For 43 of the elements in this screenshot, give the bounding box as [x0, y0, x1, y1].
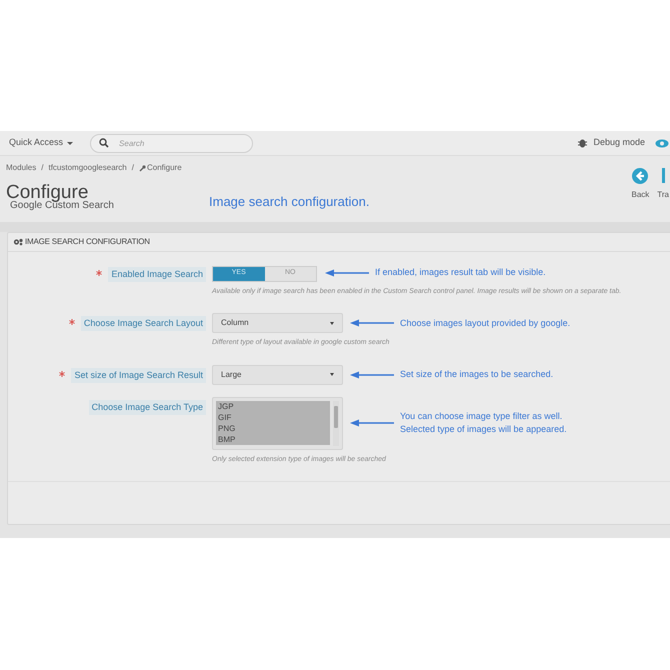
arrow-icon: [325, 268, 369, 277]
dropdown[interactable]: Large: [212, 364, 343, 385]
field-label: Set size of Image Search Result: [71, 368, 206, 383]
breadcrumb-link[interactable]: Configure: [146, 162, 182, 174]
page-title: Configure: [6, 183, 88, 202]
breadcrumb-link[interactable]: tfcustomgooglesearch: [48, 162, 127, 174]
annotation-text: Selected type of images will be appeared.: [400, 423, 567, 436]
search-icon: [99, 138, 110, 148]
wrench-icon: [138, 164, 146, 172]
annotation-text: Choose images layout provided by google.: [400, 316, 570, 330]
annotation-text: You can choose image type filter as well.: [400, 410, 564, 424]
list-option[interactable]: BMP: [216, 434, 330, 445]
bug-icon: [578, 138, 588, 148]
annotation-text: If enabled, images result tab will be visible.: [375, 266, 546, 280]
toolbar-button[interactable]: Back: [632, 168, 650, 222]
eye-icon[interactable]: [655, 138, 669, 148]
dropdown[interactable]: Column: [212, 313, 343, 334]
annotation-text: Set size of the images to be searched.: [400, 368, 554, 382]
quick-access-menu[interactable]: Quick Access: [9, 136, 74, 150]
list-box[interactable]: JGP GIF PNG BMP: [212, 396, 343, 450]
breadcrumb-separator: /: [41, 162, 44, 174]
list-option[interactable]: PNG: [216, 422, 330, 434]
breadcrumb-link[interactable]: Modules: [6, 162, 36, 174]
gears-icon: [13, 238, 23, 246]
field-label: Choose Image Search Layout: [80, 316, 206, 332]
annotation-text: Image search configuration.: [209, 193, 370, 211]
scrollbar[interactable]: [333, 400, 339, 446]
debug-mode-link[interactable]: Debug mode: [593, 136, 645, 150]
toolbar-button[interactable]: Tra: [657, 168, 669, 222]
arrow-icon: [350, 370, 394, 379]
search-field[interactable]: Search: [90, 134, 254, 152]
caret-icon: [330, 373, 334, 376]
arrow-icon: [350, 419, 394, 428]
panel-heading: IMAGE SEARCH CONFIGURATION: [25, 236, 150, 248]
arrow-icon: [350, 319, 394, 328]
breadcrumb-separator: /: [132, 162, 134, 174]
bar-icon: [662, 168, 665, 183]
page-subtitle: Google Custom Search: [10, 201, 115, 211]
field-label: Choose Image Search Type: [88, 400, 206, 415]
list-option[interactable]: GIF: [216, 412, 330, 423]
field-label: Enabled Image Search: [108, 266, 206, 282]
caret-icon: [330, 322, 334, 325]
list-option[interactable]: JGP: [216, 400, 330, 412]
